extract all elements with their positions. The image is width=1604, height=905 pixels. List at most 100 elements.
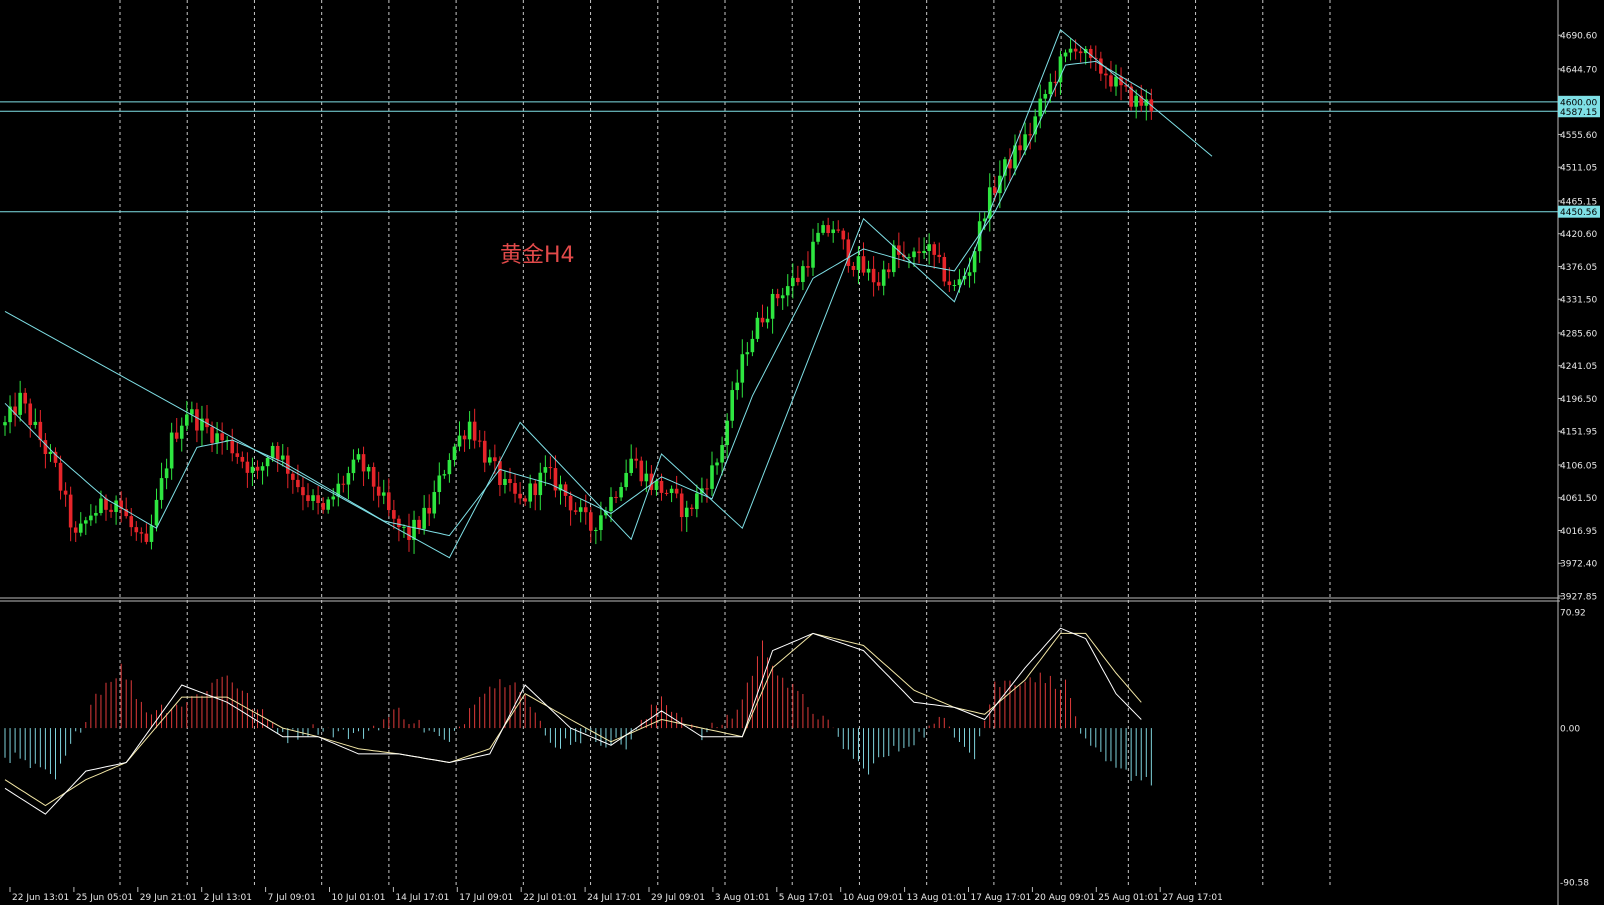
candle-body <box>493 457 497 462</box>
candle-body <box>947 281 952 286</box>
time-tick-label: 22 Jun 13:01 <box>12 893 69 903</box>
candle-body <box>1043 94 1048 99</box>
time-tick-label: 25 Jun 05:01 <box>76 893 133 903</box>
candle-body <box>280 455 285 460</box>
candle-body <box>881 269 886 286</box>
candle-body <box>796 277 800 283</box>
candle-body <box>659 480 664 493</box>
candle-body <box>690 507 694 510</box>
candle-body <box>457 435 462 447</box>
candle-body <box>48 451 53 455</box>
oscillator-tick-label: 0.00 <box>1560 725 1580 735</box>
candle-body <box>149 525 154 542</box>
candle-body <box>629 458 633 473</box>
candle-body <box>240 456 245 462</box>
candle-body <box>538 472 543 496</box>
candle-body <box>952 285 957 287</box>
candle-body <box>94 513 98 516</box>
candle-body <box>927 244 931 251</box>
candle-body <box>437 475 442 493</box>
candle-body <box>255 466 260 471</box>
candle-body <box>856 256 861 270</box>
price-tick-label: 4555.60 <box>1560 131 1597 141</box>
candle-body <box>841 230 846 240</box>
price-tick-label: 4285.60 <box>1560 329 1597 339</box>
candle-body <box>387 492 391 511</box>
candle-body <box>765 318 770 323</box>
time-tick-label: 5 Aug 17:01 <box>779 893 834 903</box>
candle-body <box>775 293 780 299</box>
candle-body <box>907 257 911 259</box>
candle-body <box>740 354 745 383</box>
candle-body <box>174 432 179 439</box>
price-tick-label: 3927.85 <box>1560 593 1597 603</box>
time-tick-label: 7 Jul 09:01 <box>268 893 316 903</box>
price-tag-label: 4450.56 <box>1560 208 1597 218</box>
candle-body <box>654 480 659 490</box>
price-tick-label: 4376.05 <box>1560 263 1597 273</box>
candle-body <box>811 241 815 268</box>
candle-body <box>195 409 199 431</box>
candle-body <box>306 495 310 501</box>
candle-body <box>780 295 785 299</box>
candle-body <box>543 467 548 473</box>
candle-body <box>932 244 936 255</box>
candle-body <box>679 493 684 518</box>
time-tick-label: 13 Aug 01:01 <box>907 893 968 903</box>
candle-body <box>937 254 942 257</box>
time-tick-label: 27 Aug 17:01 <box>1162 893 1223 903</box>
candle-body <box>215 433 219 443</box>
candle-body <box>331 496 336 500</box>
candle-body <box>866 268 871 273</box>
time-tick-label: 20 Aug 09:01 <box>1034 893 1095 903</box>
time-tick-label: 22 Jul 01:01 <box>523 893 577 903</box>
price-tick-label: 4016.95 <box>1560 527 1597 537</box>
candle-body <box>594 530 598 532</box>
candle-body <box>346 473 351 485</box>
time-tick-label: 24 Jul 17:01 <box>587 893 641 903</box>
oscillator-tick-label: -90.58 <box>1560 879 1589 889</box>
candle-body <box>735 382 740 391</box>
candle-body <box>967 272 972 276</box>
candle-body <box>1078 51 1083 54</box>
candle-body <box>392 510 396 519</box>
candle-body <box>114 500 118 512</box>
candle-body <box>73 527 78 533</box>
price-tick-label: 4511.05 <box>1560 164 1597 174</box>
candle-body <box>639 460 644 482</box>
candle-body <box>1099 58 1103 74</box>
candle-body <box>836 229 841 231</box>
candle-body <box>1038 98 1043 117</box>
candle-body <box>104 498 108 510</box>
candle-body <box>447 459 452 475</box>
price-tick-label: 4196.50 <box>1560 395 1597 405</box>
candle-body <box>169 432 174 469</box>
candle-body <box>23 392 27 404</box>
candle-body <box>351 459 356 474</box>
candle-body <box>134 527 139 533</box>
candle-body <box>407 526 411 540</box>
candle-body <box>528 483 532 502</box>
candle-body <box>1073 48 1078 52</box>
candle-body <box>1104 73 1108 76</box>
trading-chart[interactable]: 4690.604644.704600.004587.154555.604511.… <box>0 0 1604 905</box>
candle-body <box>316 495 320 503</box>
candle-body <box>831 229 835 234</box>
candle-body <box>1114 76 1118 87</box>
candle-body <box>760 317 765 323</box>
candle-body <box>695 493 699 510</box>
candle-body <box>99 498 103 514</box>
candle-body <box>871 268 876 283</box>
candle-body <box>210 427 214 443</box>
candle-body <box>235 453 240 457</box>
candle-body <box>321 502 325 510</box>
chart-annotation: 黄金H4 <box>500 243 575 268</box>
candle-body <box>957 279 962 286</box>
candle-body <box>1109 75 1113 87</box>
candle-body <box>1028 134 1032 136</box>
candle-body <box>806 266 810 268</box>
candle-body <box>397 518 401 528</box>
candle-body <box>503 478 507 486</box>
candle-body <box>422 507 426 529</box>
candle-body <box>684 507 689 518</box>
